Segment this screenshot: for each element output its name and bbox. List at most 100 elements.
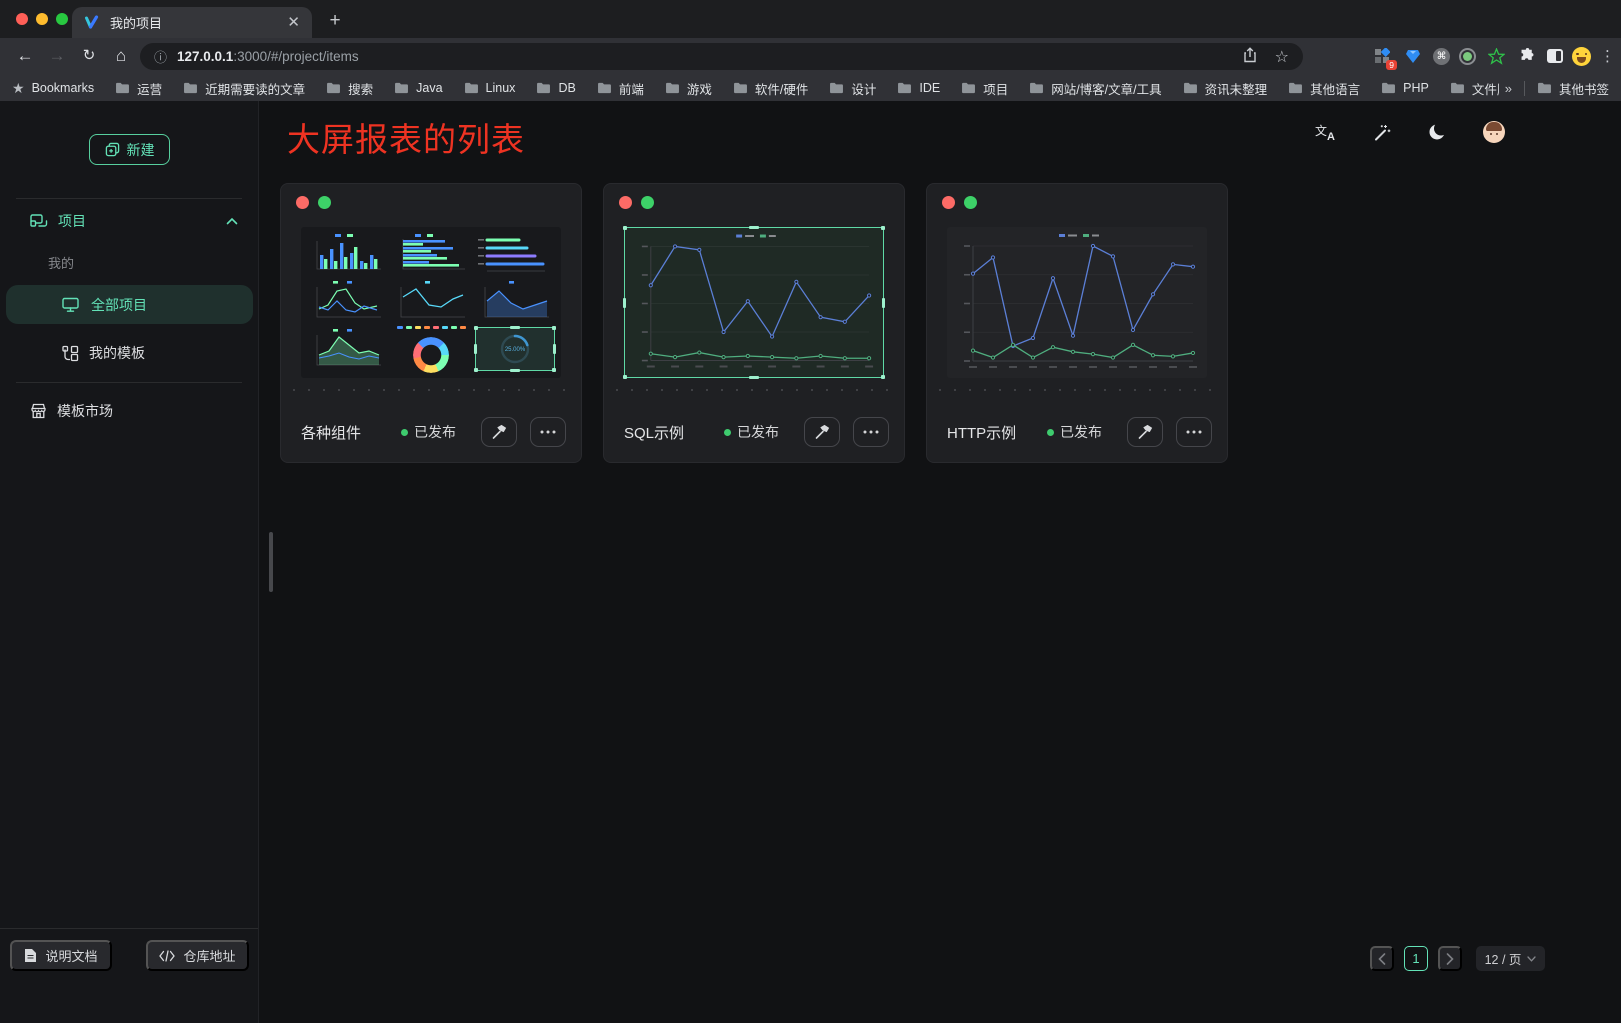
content-scrollbar[interactable] xyxy=(269,532,273,592)
bookmark-item[interactable]: 近期需要读的文章 xyxy=(183,79,305,98)
url-path: :3000/#/project/items xyxy=(233,49,358,64)
back-icon[interactable]: ← xyxy=(12,43,38,69)
bookmark-label: 设计 xyxy=(851,79,876,98)
status-dot xyxy=(401,429,408,436)
template-flow-icon xyxy=(62,345,79,362)
star-extension-icon[interactable] xyxy=(1485,45,1507,67)
bookmark-item[interactable]: 搜索 xyxy=(326,79,373,98)
bookmark-item[interactable]: 运营 xyxy=(115,79,162,98)
folder-icon xyxy=(464,82,479,94)
side-panel-icon[interactable] xyxy=(1547,49,1563,63)
card-dotted-separator xyxy=(293,389,569,391)
bookmark-item[interactable]: DB xyxy=(536,81,575,95)
site-info-icon[interactable]: ⓘ xyxy=(154,47,167,66)
repo-button[interactable]: 仓库地址 xyxy=(146,940,249,971)
folder-icon xyxy=(1537,82,1552,94)
sidebar-item-my-templates[interactable]: 我的模板 xyxy=(62,335,145,371)
mini-area-chart xyxy=(475,279,555,323)
sidebar-divider xyxy=(16,382,242,383)
more-actions-button[interactable] xyxy=(530,417,566,447)
bookmark-item[interactable]: 网站/博客/文章/工具 xyxy=(1029,79,1161,98)
reload-icon[interactable]: ↻ xyxy=(76,43,102,69)
folder-icon xyxy=(961,82,976,94)
dark-mode-moon-icon[interactable] xyxy=(1428,123,1446,141)
bookmark-item[interactable]: ★Bookmarks xyxy=(12,80,94,97)
edit-project-button[interactable] xyxy=(804,417,840,447)
sidebar-item-label: 模板市场 xyxy=(57,401,113,421)
url-host: 127.0.0.1 xyxy=(177,49,233,64)
page-size-select[interactable]: 12 / 页 xyxy=(1476,946,1545,971)
browser-menu-icon[interactable]: ⋮ xyxy=(1600,47,1615,65)
tab-manager-extension-icon[interactable]: 9 xyxy=(1371,45,1393,67)
browser-tab[interactable]: 我的项目 ✕ xyxy=(72,7,312,38)
bookmark-item[interactable]: 设计 xyxy=(829,79,876,98)
folder-icon xyxy=(326,82,341,94)
bookmark-label: Linux xyxy=(486,81,516,95)
main-content: 大屏报表的列表 文A xyxy=(260,101,1621,1023)
sidebar-item-label: 全部项目 xyxy=(91,295,147,315)
extension-icons: 9 ⌘ ⋮ xyxy=(1371,42,1615,70)
next-page-button[interactable] xyxy=(1438,946,1462,971)
bookmark-item[interactable]: 游戏 xyxy=(665,79,712,98)
bookmark-item[interactable]: Linux xyxy=(464,81,516,95)
forward-icon[interactable]: → xyxy=(44,43,70,69)
new-project-button[interactable]: 新建 xyxy=(89,134,170,165)
language-icon[interactable]: 文A xyxy=(1315,122,1335,142)
bookmark-item[interactable]: 项目 xyxy=(961,79,1008,98)
command-extension-icon[interactable]: ⌘ xyxy=(1433,48,1450,65)
edit-project-button[interactable] xyxy=(1127,417,1163,447)
magic-wand-icon[interactable] xyxy=(1372,123,1391,142)
card-window-dots xyxy=(942,196,977,209)
bookmark-item[interactable]: 资讯未整理 xyxy=(1183,79,1268,98)
home-icon[interactable]: ⌂ xyxy=(108,43,134,69)
other-bookmarks-button[interactable]: 其他书签 xyxy=(1537,79,1609,98)
bookmark-star-icon[interactable]: ☆ xyxy=(1275,47,1289,67)
mini-bar-chart xyxy=(307,231,387,275)
extensions-puzzle-icon[interactable] xyxy=(1516,45,1538,67)
chevron-left-icon xyxy=(1378,953,1386,965)
folder-icon xyxy=(1029,82,1044,94)
status-dot xyxy=(1047,429,1054,436)
share-icon[interactable] xyxy=(1243,47,1257,66)
more-actions-button[interactable] xyxy=(853,417,889,447)
recorder-extension-icon[interactable] xyxy=(1459,48,1476,65)
project-card[interactable]: SQL示例 已发布 xyxy=(603,183,905,463)
bookmarks-overflow-chevron[interactable]: » xyxy=(1505,81,1512,96)
folder-icon xyxy=(597,82,612,94)
current-page-button[interactable]: 1 xyxy=(1404,946,1428,971)
sidebar-item-all-projects[interactable]: 全部项目 xyxy=(6,285,253,324)
docs-button[interactable]: 说明文档 xyxy=(10,940,112,971)
mini-green-area-chart xyxy=(307,327,387,371)
bookmark-item[interactable]: 软件/硬件 xyxy=(733,79,808,98)
window-close-button[interactable] xyxy=(16,13,28,25)
gem-extension-icon[interactable] xyxy=(1402,45,1424,67)
project-card[interactable]: 25.00% 各种组件 已发布 xyxy=(280,183,582,463)
sidebar-item-template-market[interactable]: 模板市场 xyxy=(30,393,113,429)
bookmark-item[interactable]: 前端 xyxy=(597,79,644,98)
window-zoom-button[interactable] xyxy=(56,13,68,25)
bookmarks-bar: ★Bookmarks 运营 近期需要读的文章 搜索 Java Linux DB 前端 游戏 软件/… xyxy=(0,75,1621,101)
address-bar[interactable]: ⓘ 127.0.0.1:3000/#/project/items ☆ xyxy=(140,43,1303,70)
sidebar: 新建 项目 我的 全部项目 xyxy=(0,101,259,1023)
profile-avatar-icon[interactable] xyxy=(1572,47,1591,66)
folder-icon xyxy=(1183,82,1198,94)
folder-icon xyxy=(897,82,912,94)
edit-project-button[interactable] xyxy=(481,417,517,447)
sidebar-group-projects[interactable]: 项目 xyxy=(30,205,242,237)
new-tab-button[interactable]: + xyxy=(322,8,348,34)
bookmark-item[interactable]: IDE xyxy=(897,81,940,95)
mini-line-chart xyxy=(391,279,471,323)
bookmark-item[interactable]: Java xyxy=(394,81,442,95)
code-icon xyxy=(159,950,175,962)
chevron-up-icon[interactable] xyxy=(226,217,238,225)
project-card[interactable]: HTTP示例 已发布 xyxy=(926,183,1228,463)
window-minimize-button[interactable] xyxy=(36,13,48,25)
mini-hbar-chart xyxy=(391,231,471,275)
prev-page-button[interactable] xyxy=(1370,946,1394,971)
more-actions-button[interactable] xyxy=(1176,417,1212,447)
bookmark-item[interactable]: PHP xyxy=(1381,81,1429,95)
publish-status: 已发布 xyxy=(401,422,456,442)
user-avatar[interactable] xyxy=(1483,121,1505,143)
tab-close-icon[interactable]: ✕ xyxy=(287,15,300,30)
bookmark-item[interactable]: 其他语言 xyxy=(1288,79,1360,98)
